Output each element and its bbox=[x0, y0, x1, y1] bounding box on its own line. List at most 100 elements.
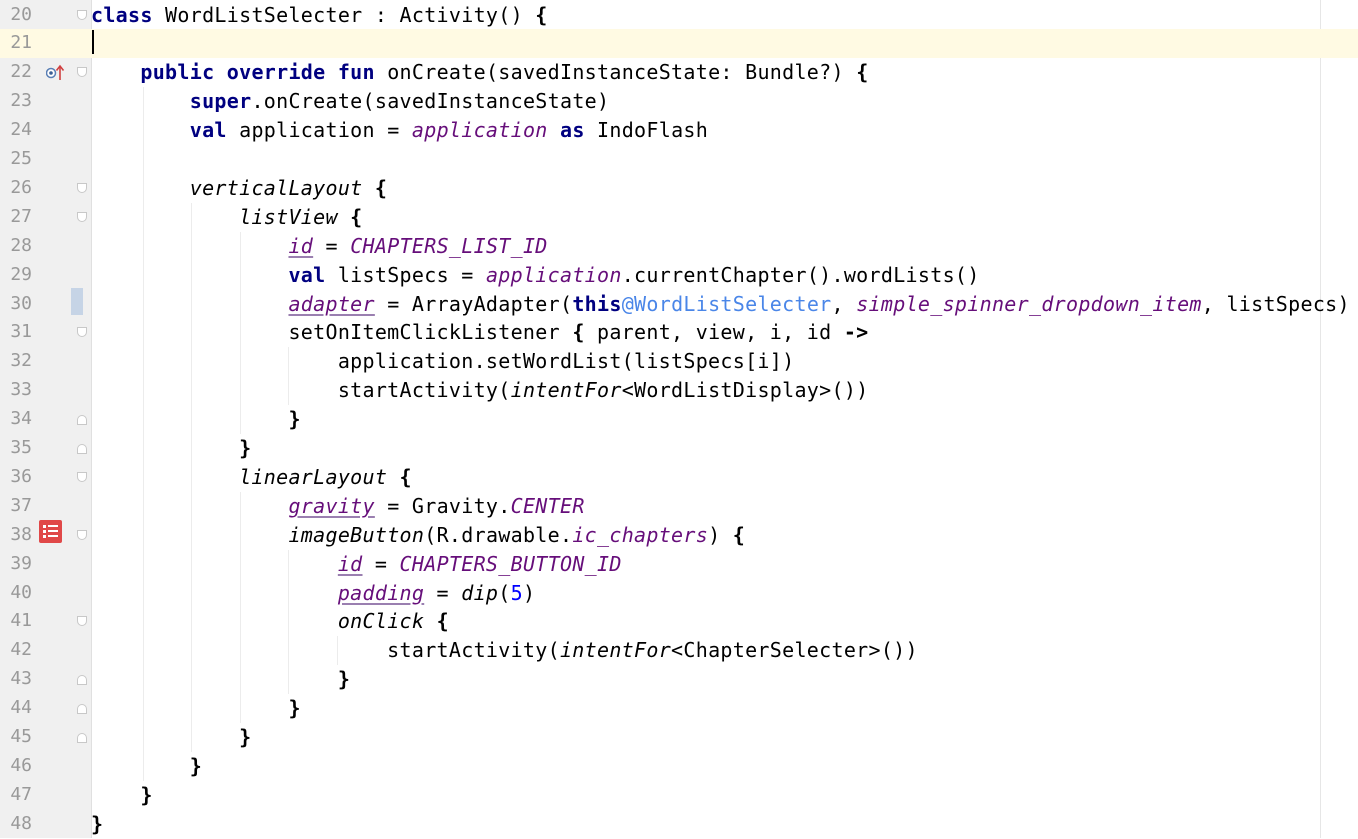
code-line[interactable]: 25 bbox=[0, 145, 1358, 174]
gutter-cell[interactable]: 40 bbox=[0, 579, 91, 608]
fold-collapse-icon[interactable] bbox=[77, 211, 87, 222]
line-number: 40 bbox=[10, 581, 32, 603]
line-code: super.onCreate(savedInstanceState) bbox=[189, 89, 610, 114]
gutter-cell[interactable]: 37 bbox=[0, 492, 91, 521]
code-line[interactable]: 28 id = CHAPTERS_LIST_ID bbox=[0, 232, 1358, 261]
code-line[interactable]: 27 listView { bbox=[0, 203, 1358, 232]
code-line[interactable]: 21 bbox=[0, 29, 1358, 59]
code-line[interactable]: 32 application.setWordList(listSpecs[i]) bbox=[0, 347, 1358, 376]
line-code: public override fun onCreate(savedInstan… bbox=[140, 60, 869, 85]
fold-end-icon[interactable] bbox=[77, 733, 87, 743]
code-line[interactable]: 44 } bbox=[0, 694, 1358, 723]
line-code: adapter = ArrayAdapter(this@WordListSele… bbox=[288, 291, 1350, 316]
fold-collapse-icon[interactable] bbox=[77, 182, 87, 193]
line-code: onClick { bbox=[337, 609, 449, 634]
code-line[interactable]: 26 verticalLayout { bbox=[0, 174, 1358, 203]
line-number: 37 bbox=[10, 494, 32, 516]
code-line[interactable]: 40 padding = dip(5) bbox=[0, 579, 1358, 608]
code-line[interactable]: 36 linearLayout { bbox=[0, 463, 1358, 492]
code-line[interactable]: 31 setOnItemClickListener { parent, view… bbox=[0, 318, 1358, 347]
override-method-icon[interactable] bbox=[45, 62, 66, 80]
line-code: listView { bbox=[239, 204, 363, 229]
gutter-cell[interactable]: 39 bbox=[0, 550, 91, 579]
line-number: 20 bbox=[10, 3, 32, 25]
gutter-cell[interactable]: 24 bbox=[0, 116, 91, 145]
code-line[interactable]: 24 val application = application as Indo… bbox=[0, 116, 1358, 145]
line-number: 29 bbox=[10, 263, 32, 285]
line-number: 21 bbox=[10, 32, 32, 54]
code-line[interactable]: 41 onClick { bbox=[0, 607, 1358, 636]
line-number: 24 bbox=[10, 119, 32, 141]
gutter-cell[interactable]: 28 bbox=[0, 232, 91, 261]
fold-end-icon[interactable] bbox=[77, 675, 87, 686]
line-number: 38 bbox=[10, 523, 32, 545]
line-number: 32 bbox=[10, 350, 32, 372]
line-number: 44 bbox=[10, 697, 32, 719]
line-number: 26 bbox=[10, 176, 32, 198]
code-line[interactable]: 37 gravity = Gravity.CENTER bbox=[0, 492, 1358, 521]
code-line[interactable]: 38 imageButton(R.drawable.ic_chapters) { bbox=[0, 521, 1358, 550]
line-number: 45 bbox=[10, 726, 32, 747]
line-number: 23 bbox=[10, 90, 32, 112]
line-code: verticalLayout { bbox=[189, 175, 388, 200]
fold-end-icon[interactable] bbox=[77, 444, 87, 454]
code-line[interactable]: 30 adapter = ArrayAdapter(this@WordListS… bbox=[0, 290, 1358, 319]
fold-end-icon[interactable] bbox=[77, 415, 87, 426]
code-line[interactable]: 43 } bbox=[0, 665, 1358, 694]
line-number: 34 bbox=[10, 408, 32, 430]
line-number: 43 bbox=[10, 668, 32, 690]
gutter-cell[interactable]: 23 bbox=[0, 87, 91, 116]
resource-preview-icon[interactable] bbox=[39, 520, 62, 543]
code-line[interactable]: 47 } bbox=[0, 781, 1358, 810]
fold-collapse-icon[interactable] bbox=[77, 9, 87, 20]
code-editor[interactable]: 20 class WordListSelecter : Activity() {2… bbox=[0, 0, 1358, 838]
line-code: application.setWordList(listSpecs[i]) bbox=[91, 349, 795, 374]
code-line[interactable]: 39 id = CHAPTERS_BUTTON_ID bbox=[0, 550, 1358, 579]
vcs-change-marker[interactable] bbox=[71, 288, 83, 315]
gutter-cell[interactable]: 25 bbox=[0, 145, 91, 174]
line-number: 33 bbox=[10, 379, 32, 401]
line-code: padding = dip(5) bbox=[337, 580, 536, 605]
gutter-cell[interactable]: 42 bbox=[0, 636, 91, 665]
line-code: class WordListSelecter : Activity() { bbox=[91, 2, 548, 27]
fold-collapse-icon[interactable] bbox=[77, 471, 87, 482]
code-line[interactable]: 23 super.onCreate(savedInstanceState) bbox=[0, 87, 1358, 116]
line-number: 28 bbox=[10, 234, 32, 256]
line-code: imageButton(R.drawable.ic_chapters) { bbox=[288, 522, 746, 547]
gutter-cell[interactable]: 21 bbox=[0, 29, 91, 59]
line-code: startActivity(intentFor<WordListDisplay>… bbox=[91, 378, 869, 403]
line-code: id = CHAPTERS_LIST_ID bbox=[288, 233, 548, 258]
line-code: gravity = Gravity.CENTER bbox=[288, 493, 585, 518]
gutter-cell[interactable]: 47 bbox=[0, 781, 91, 810]
gutter-cell[interactable]: 46 bbox=[0, 752, 91, 781]
code-line[interactable]: 35 } bbox=[0, 434, 1358, 463]
code-line[interactable]: 34 } bbox=[0, 405, 1358, 434]
line-number: 31 bbox=[10, 321, 32, 343]
gutter-cell[interactable]: 29 bbox=[0, 261, 91, 290]
gutter-cell[interactable]: 33 bbox=[0, 376, 91, 405]
code-line[interactable]: 48} bbox=[0, 810, 1358, 839]
line-number: 39 bbox=[10, 552, 32, 574]
code-line[interactable]: 20 class WordListSelecter : Activity() { bbox=[0, 1, 1358, 30]
line-code: } bbox=[239, 436, 252, 460]
line-code: val application = application as IndoFla… bbox=[189, 118, 709, 143]
line-code: } bbox=[140, 782, 153, 807]
line-code: } bbox=[337, 667, 351, 692]
code-line[interactable]: 22 public override fun onCreate(savedIns… bbox=[0, 58, 1358, 87]
code-line[interactable]: 42 startActivity(intentFor<ChapterSelect… bbox=[0, 636, 1358, 665]
fold-end-icon[interactable] bbox=[77, 704, 87, 715]
code-line[interactable]: 33 startActivity(intentFor<WordListDispl… bbox=[0, 376, 1358, 405]
line-code: } bbox=[91, 811, 104, 836]
line-code: setOnItemClickListener { parent, view, i… bbox=[91, 320, 869, 345]
line-number: 30 bbox=[10, 292, 32, 314]
text-caret bbox=[92, 30, 94, 54]
gutter-cell[interactable]: 48 bbox=[0, 810, 91, 839]
code-line[interactable]: 45 } bbox=[0, 723, 1358, 752]
gutter-cell[interactable]: 32 bbox=[0, 347, 91, 376]
code-line[interactable]: 46 } bbox=[0, 752, 1358, 781]
line-code: id = CHAPTERS_BUTTON_ID bbox=[337, 551, 622, 576]
line-number: 46 bbox=[10, 754, 32, 776]
fold-collapse-icon[interactable] bbox=[77, 529, 87, 540]
line-number: 47 bbox=[10, 783, 32, 805]
code-line[interactable]: 29 val listSpecs = application.currentCh… bbox=[0, 261, 1358, 290]
